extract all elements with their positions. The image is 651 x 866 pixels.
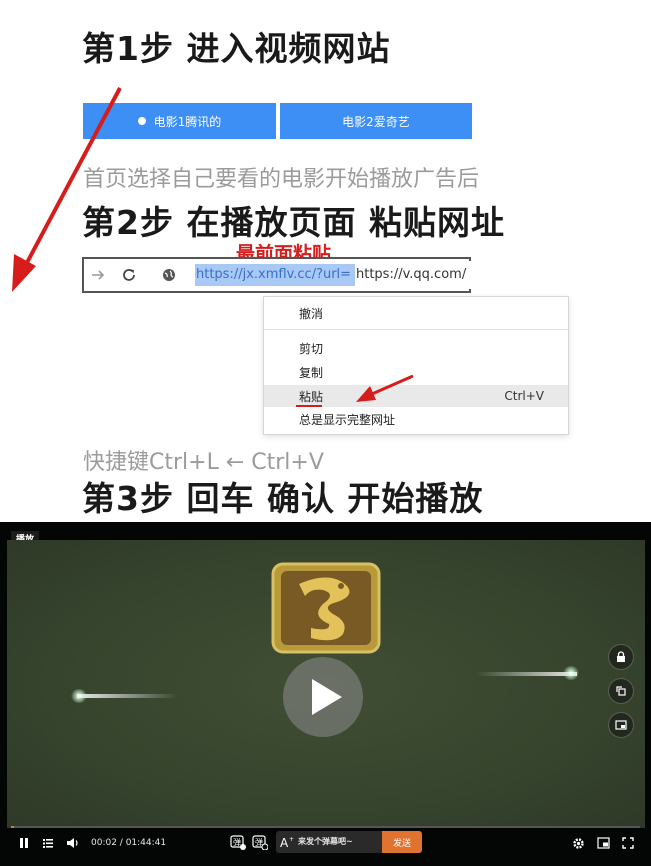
danmaku-input[interactable]: A + 来发个弹幕吧~ — [276, 831, 382, 853]
fullscreen-icon[interactable] — [622, 837, 634, 849]
svg-text:+: + — [289, 836, 294, 843]
step1-title: 第1步 进入视频网站 — [82, 29, 391, 68]
url-rest-text: https://v.qq.com/ — [356, 267, 467, 282]
send-button[interactable]: 发送 — [382, 831, 422, 853]
font-style-icon[interactable]: A + — [280, 835, 294, 849]
menu-item-label: 粘贴 — [299, 389, 324, 404]
tab-iqiyi[interactable]: 电影2爱奇艺 — [280, 103, 472, 139]
pip-icon — [615, 720, 627, 730]
menu-item-undo[interactable]: 撤消 — [264, 302, 568, 324]
svg-text:弹: 弹 — [255, 837, 263, 847]
paste-underline — [296, 405, 322, 407]
play-icon — [312, 679, 342, 715]
light-glow-left — [71, 689, 87, 703]
arrow-right-icon[interactable] — [90, 267, 106, 283]
globe-icon — [163, 269, 175, 281]
video-frame[interactable] — [7, 540, 645, 828]
dragon-logo-icon — [271, 562, 381, 654]
rotate-icon — [616, 686, 626, 696]
menu-item-cut[interactable]: 剪切 — [264, 337, 568, 359]
gear-icon[interactable] — [572, 837, 585, 850]
menu-item-label: 剪切 — [299, 341, 324, 356]
big-play-button[interactable] — [283, 657, 363, 737]
menu-item-label: 总是显示完整网址 — [299, 412, 396, 427]
rotate-button[interactable] — [608, 678, 634, 704]
light-streak-left — [77, 694, 177, 698]
tab-tencent-label: 电影1腾讯的 — [153, 114, 222, 129]
step3-title: 第3步 回车 确认 开始播放 — [82, 479, 484, 518]
light-glow-right — [563, 666, 579, 680]
reload-icon[interactable] — [121, 267, 137, 283]
instruction-text: 首页选择自己要看的电影开始播放广告后 — [83, 167, 480, 192]
selected-dot-icon — [137, 117, 146, 125]
menu-item-shortcut: Ctrl+V — [504, 389, 544, 403]
browser-address-bar: https://jx.xmflv.cc/?url= https://v.qq.c… — [82, 257, 471, 293]
menu-divider — [264, 329, 568, 330]
miniplayer-icon[interactable] — [597, 837, 610, 849]
lock-icon — [617, 651, 625, 662]
pause-icon[interactable] — [18, 837, 30, 849]
step2-title: 第2步 在播放页面 粘贴网址 — [82, 203, 505, 242]
light-streak-right — [477, 672, 577, 676]
menu-item-paste[interactable]: 粘贴 Ctrl+V — [264, 385, 568, 407]
danmaku-on-icon[interactable]: 弹 — [230, 835, 246, 850]
svg-text:弹: 弹 — [233, 837, 241, 847]
menu-item-label: 撤消 — [299, 306, 324, 321]
menu-item-copy[interactable]: 复制 — [264, 361, 568, 383]
volume-icon[interactable] — [66, 837, 79, 849]
tab-iqiyi-label: 电影2爱奇艺 — [342, 114, 410, 129]
url-selected-text: https://jx.xmflv.cc/?url= — [195, 264, 355, 286]
lock-button[interactable] — [608, 644, 634, 670]
menu-item-label: 复制 — [299, 365, 324, 380]
context-menu: 撤消 剪切 复制 粘贴 Ctrl+V 总是显示完整网址 — [263, 296, 569, 435]
progress-fill — [11, 826, 15, 828]
menu-item-show-full-url[interactable]: 总是显示完整网址 — [264, 408, 568, 430]
svg-text:A: A — [280, 836, 289, 849]
playlist-icon[interactable] — [42, 837, 54, 849]
danmaku-settings-icon[interactable]: 弹 — [252, 835, 268, 850]
progress-track[interactable] — [11, 826, 640, 828]
tab-tencent[interactable]: 电影1腾讯的 — [83, 103, 276, 139]
time-display: 00:02 / 01:44:41 — [91, 838, 167, 848]
danmaku-placeholder: 来发个弹幕吧~ — [298, 837, 353, 846]
pip-button[interactable] — [608, 712, 634, 738]
url-input[interactable]: https://jx.xmflv.cc/?url= https://v.qq.c… — [146, 261, 471, 289]
